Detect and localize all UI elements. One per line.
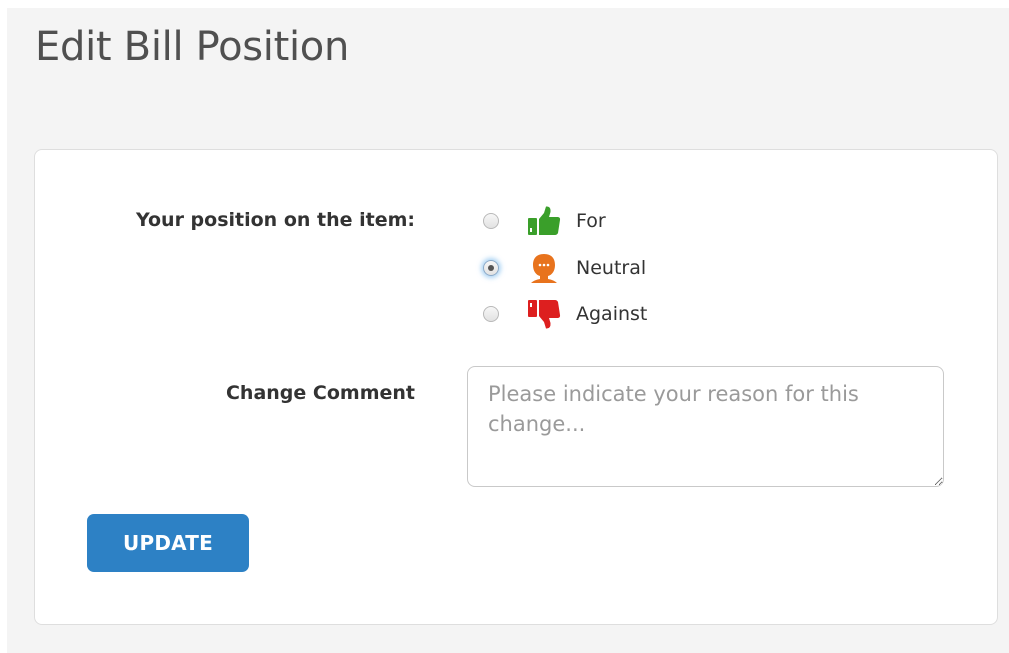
position-label: Your position on the item:	[135, 209, 415, 231]
position-option-for[interactable]: For	[483, 206, 606, 236]
page-title: Edit Bill Position	[35, 24, 350, 70]
option-label-neutral: Neutral	[576, 257, 647, 279]
thumbs-down-icon	[527, 299, 561, 329]
position-option-neutral[interactable]: Neutral	[483, 253, 646, 283]
option-label-for: For	[576, 210, 606, 232]
update-button[interactable]: UPDATE	[87, 514, 249, 572]
thumbs-up-icon	[527, 206, 561, 236]
page-background: Edit Bill Position Your position on the …	[7, 8, 1009, 653]
radio-neutral[interactable]	[483, 260, 499, 276]
radio-against[interactable]	[483, 306, 499, 322]
change-comment-label: Change Comment	[225, 382, 415, 404]
neutral-face-icon	[527, 253, 561, 283]
bill-position-form: Your position on the item: For Neutral A…	[34, 149, 998, 625]
option-label-against: Against	[576, 303, 648, 325]
change-comment-textarea[interactable]	[467, 366, 944, 487]
radio-for[interactable]	[483, 213, 499, 229]
position-option-against[interactable]: Against	[483, 299, 647, 329]
